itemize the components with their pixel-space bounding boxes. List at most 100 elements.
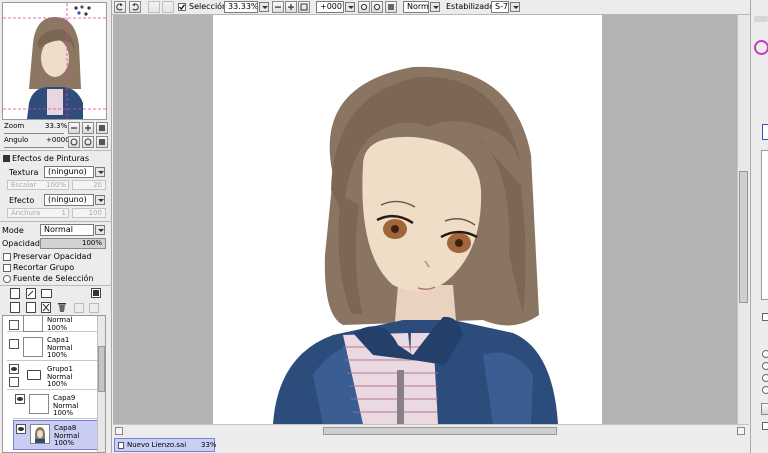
lock-checkbox[interactable] xyxy=(9,377,19,387)
zoom-in-icon[interactable] xyxy=(285,1,297,13)
nav-zoom-slider[interactable] xyxy=(4,131,64,134)
effect-select[interactable]: (ninguno) xyxy=(44,194,94,206)
clip-group-label: Recortar Grupo xyxy=(13,263,75,272)
visibility-checkbox[interactable] xyxy=(9,339,19,349)
mode-label: Mode xyxy=(2,226,24,235)
layer-thumbnail xyxy=(29,394,49,414)
right-panel-radio[interactable] xyxy=(762,386,768,394)
rotate-right-icon[interactable] xyxy=(129,1,141,13)
mode-select[interactable]: Normal xyxy=(40,224,94,236)
merge-down-icon[interactable] xyxy=(26,302,36,313)
undo-icon[interactable] xyxy=(148,1,160,13)
rotation-dropdown[interactable] xyxy=(345,2,355,12)
layer-panel-menu-icon[interactable] xyxy=(91,288,101,298)
preserve-opacity-checkbox[interactable] xyxy=(3,253,11,261)
layer-name: Capa8 xyxy=(54,424,77,432)
link-mask-icon[interactable] xyxy=(89,303,99,313)
nav-rotate-left-icon[interactable] xyxy=(68,136,80,148)
texture-select[interactable]: (ninguno) xyxy=(44,166,94,178)
canvas-paper[interactable] xyxy=(213,15,602,424)
layer-list-scrollbar[interactable] xyxy=(97,316,105,452)
nav-zoom-in-icon[interactable] xyxy=(82,122,94,134)
clip-group-checkbox[interactable] xyxy=(3,264,11,272)
canvas-hscroll-thumb[interactable] xyxy=(323,427,557,435)
zoom-out-icon[interactable] xyxy=(272,1,284,13)
layer-thumbnail xyxy=(30,424,50,444)
blend-mode-field[interactable]: Normal xyxy=(403,1,429,13)
stabilizer-field[interactable]: S-7 xyxy=(491,1,509,13)
visibility-checkbox[interactable] xyxy=(9,320,19,330)
scroll-right-icon[interactable] xyxy=(737,427,745,435)
scale-num-field[interactable]: 20 xyxy=(72,180,106,190)
zoom-field[interactable]: 33.33% xyxy=(224,1,258,13)
nav-zoom-value: 33.3% xyxy=(45,122,68,130)
width-num-field[interactable]: 100 xyxy=(72,208,106,218)
navigator-preview[interactable] xyxy=(2,2,107,120)
effect-dropdown[interactable] xyxy=(95,195,105,205)
texture-dropdown[interactable] xyxy=(95,167,105,177)
opacity-label: Opacidad xyxy=(2,239,40,248)
layer-mode: Normal xyxy=(47,316,73,324)
visibility-checkbox[interactable] xyxy=(15,394,25,404)
right-panel-radio[interactable] xyxy=(762,374,768,382)
collapse-icon[interactable] xyxy=(3,155,10,162)
layer-props-divider xyxy=(0,221,112,222)
scale-field[interactable]: Escalar 100% xyxy=(7,180,69,190)
canvas-hscrollbar[interactable] xyxy=(113,424,749,436)
transfer-down-icon[interactable] xyxy=(10,302,20,313)
selection-checkbox[interactable] xyxy=(178,3,186,11)
layer-row[interactable]: Normal 100% xyxy=(7,316,99,332)
navigator-tools-icon[interactable] xyxy=(73,5,95,17)
right-panel-checkbox[interactable] xyxy=(762,422,768,430)
scroll-left-icon[interactable] xyxy=(115,427,123,435)
zoom-dropdown[interactable] xyxy=(259,2,269,12)
layer-group-row[interactable]: Grupo1 Normal 100% xyxy=(7,362,99,390)
redo-icon[interactable] xyxy=(162,1,174,13)
visibility-checkbox[interactable] xyxy=(16,424,26,434)
nav-rotate-reset-icon[interactable] xyxy=(96,136,108,148)
new-folder-icon[interactable] xyxy=(41,289,52,298)
mode-dropdown[interactable] xyxy=(95,225,105,235)
blend-mode-dropdown[interactable] xyxy=(430,2,440,12)
layer-row-selected[interactable]: Capa8 Normal 100% xyxy=(13,420,99,450)
nav-rotate-right-icon[interactable] xyxy=(82,136,94,148)
selection-label: Selección xyxy=(189,2,228,11)
layer-list-scroll-thumb[interactable] xyxy=(98,346,105,392)
width-field[interactable]: Anchura 1 xyxy=(7,208,69,218)
document-tab[interactable]: Nuevo Lienzo.sai 33% xyxy=(114,438,217,452)
layer-row[interactable]: Capa9 Normal 100% xyxy=(13,391,99,419)
clear-layer-icon[interactable] xyxy=(41,302,51,313)
right-panel-radio[interactable] xyxy=(762,362,768,370)
apply-mask-icon[interactable] xyxy=(74,303,84,313)
nav-reset-icon[interactable] xyxy=(96,122,108,134)
opacity-slider[interactable]: 100% xyxy=(40,238,106,249)
new-linework-layer-icon[interactable] xyxy=(26,288,36,299)
canvas-workspace[interactable] xyxy=(113,15,749,424)
right-panel-radio[interactable] xyxy=(762,350,768,358)
delete-layer-icon[interactable] xyxy=(57,302,67,313)
rotate-ccw-icon[interactable] xyxy=(358,1,370,13)
right-panel-button[interactable] xyxy=(761,403,768,415)
layer-row[interactable]: Capa1 Normal 100% xyxy=(7,334,99,361)
color-wheel-icon[interactable] xyxy=(754,40,768,55)
selection-source-radio[interactable] xyxy=(3,275,11,283)
nav-angle-slider[interactable] xyxy=(4,145,64,148)
new-layer-icon[interactable] xyxy=(10,288,20,299)
nav-zoom-out-icon[interactable] xyxy=(68,122,80,134)
visibility-checkbox[interactable] xyxy=(9,364,19,374)
scale-label: Escalar xyxy=(11,181,37,189)
rotate-left-icon[interactable] xyxy=(114,1,126,13)
color-slider-tab[interactable] xyxy=(762,124,768,140)
flip-icon[interactable] xyxy=(385,1,397,13)
zoom-reset-icon[interactable] xyxy=(298,1,310,13)
canvas-vscrollbar[interactable] xyxy=(737,15,749,424)
layer-thumbnail xyxy=(23,316,43,332)
rotation-field[interactable]: +000° xyxy=(316,1,344,13)
right-panel-checkbox[interactable] xyxy=(762,313,768,321)
effect-label: Efecto xyxy=(9,196,35,205)
stabilizer-dropdown[interactable] xyxy=(510,2,520,12)
right-panel-handle[interactable] xyxy=(754,16,768,22)
canvas-vscroll-thumb[interactable] xyxy=(739,171,748,303)
width-value: 1 xyxy=(61,209,66,217)
rotate-cw-icon[interactable] xyxy=(371,1,383,13)
